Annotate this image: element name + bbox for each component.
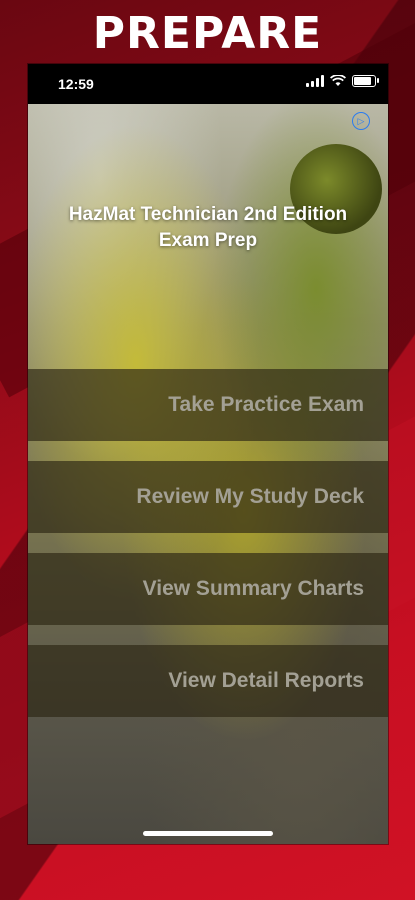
status-bar: 12:59 [28,64,388,104]
review-study-deck-button[interactable]: Review My Study Deck [28,461,388,533]
signal-icon [306,75,324,87]
app-title: HazMat Technician 2nd Edition Exam Prep [68,204,348,251]
phone-frame: 12:59 ▷ HazMat Technician 2nd Edition Ex… [28,64,388,844]
home-indicator[interactable] [143,831,273,836]
ad-choices-icon[interactable]: ▷ [352,112,370,130]
view-summary-charts-button[interactable]: View Summary Charts [28,553,388,625]
promo-title: PREPARE [92,8,323,59]
status-time: 12:59 [58,76,94,92]
app-screen: ▷ HazMat Technician 2nd Edition Exam Pre… [28,104,388,844]
status-icons [306,75,379,87]
take-practice-exam-button[interactable]: Take Practice Exam [28,369,388,441]
wifi-icon [330,75,346,86]
battery-icon [352,75,379,87]
view-detail-reports-button[interactable]: View Detail Reports [28,645,388,717]
